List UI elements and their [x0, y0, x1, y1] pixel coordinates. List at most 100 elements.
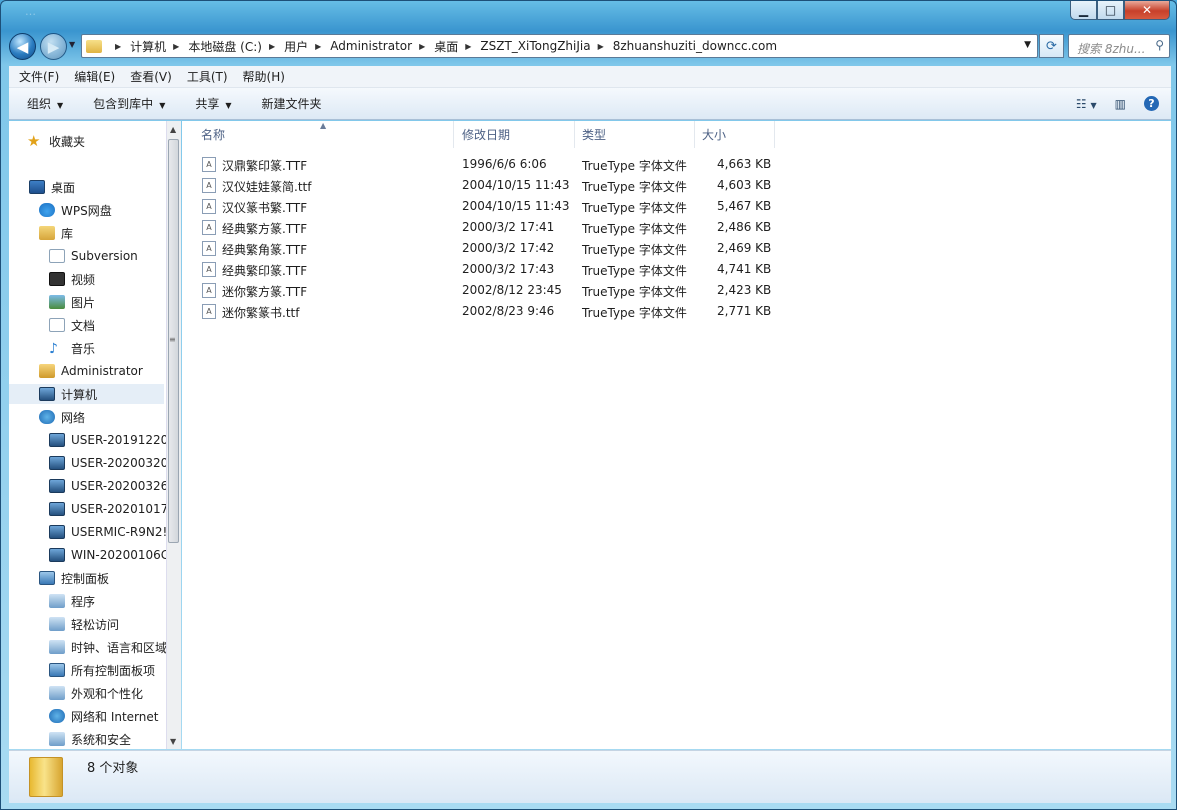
font-file-icon: A — [202, 178, 216, 193]
sidebar-item-label: 轻松访问 — [71, 617, 120, 632]
file-row[interactable]: A 汉仪篆书繁.TTF 2004/10/15 11:43 TrueType 字体文件 5… — [198, 196, 798, 217]
back-button[interactable]: ◀ — [9, 33, 36, 60]
breadcrumb-item[interactable]: 本地磁盘 (C:) — [188, 38, 262, 55]
sidebar-item-computer[interactable]: 计算机 — [9, 384, 164, 404]
file-row[interactable]: A 汉仪娃娃篆简.ttf 2004/10/15 11:43 TrueType 字体文件… — [198, 175, 798, 196]
view-options-button[interactable]: ☷ ▼ — [1076, 97, 1097, 111]
column-label: 修改日期 — [462, 128, 511, 142]
preview-pane-button[interactable]: ▥ — [1115, 97, 1126, 111]
address-bar[interactable]: ▶ 计算机 ▶ 本地磁盘 (C:) ▶ 用户 ▶ Administrator ▶ 桌面 ▶… — [81, 34, 1038, 58]
sidebar-item-pictures[interactable]: 图片 — [49, 292, 95, 312]
column-header-size[interactable]: 大小 — [695, 121, 775, 148]
column-header-type[interactable]: 类型 — [575, 121, 695, 148]
computer-icon — [49, 548, 65, 562]
file-row[interactable]: A 经典繁角篆.TTF 2000/3/2 17:42 TrueType 字体文件 2,4… — [198, 238, 798, 259]
file-type: TrueType 字体文件 — [582, 201, 687, 215]
menu-help[interactable]: 帮助(H) — [243, 68, 285, 85]
chevron-down-icon: ▼ — [57, 101, 64, 110]
maximize-button[interactable]: □ — [1097, 1, 1124, 20]
sidebar-item-network-pc[interactable]: USER-20201017I — [49, 499, 166, 519]
file-row[interactable]: A 经典繁印篆.TTF 2000/3/2 17:43 TrueType 字体文件 4,7… — [198, 259, 798, 280]
computer-icon — [49, 456, 65, 470]
sidebar-item-network-internet[interactable]: 网络和 Internet — [49, 706, 158, 726]
navigation-pane: ★ 收藏夹 桌面 WPS网盘 库 Subversion 视频 图片 文档 ♪ 音乐 … — [9, 121, 166, 749]
file-row[interactable]: A 迷你繁方篆.TTF 2002/8/12 23:45 TrueType 字体文件 2,… — [198, 280, 798, 301]
include-in-library-button[interactable]: 包含到库中 ▼ — [93, 95, 165, 112]
sidebar-item-administrator[interactable]: Administrator — [39, 361, 143, 381]
sidebar-item-network-pc[interactable]: USER-20191220I — [49, 430, 166, 450]
sidebar-item-network[interactable]: 网络 — [39, 407, 85, 427]
sidebar-item-label: Subversion — [71, 249, 138, 263]
file-name: 迷你繁方篆.TTF — [222, 285, 308, 299]
library-icon — [39, 226, 55, 240]
refresh-button[interactable]: ⟳ — [1039, 34, 1064, 58]
network-icon — [39, 410, 55, 424]
organize-button[interactable]: 组织 ▼ — [27, 95, 63, 112]
sidebar-item-accessibility[interactable]: 轻松访问 — [49, 614, 119, 634]
menu-tools[interactable]: 工具(T) — [187, 68, 228, 85]
scroll-up-icon[interactable]: ▲ — [170, 125, 176, 134]
sidebar-item-programs[interactable]: 程序 — [49, 591, 95, 611]
breadcrumb-item[interactable]: Administrator — [330, 39, 412, 53]
document-icon — [49, 249, 65, 263]
menu-edit[interactable]: 编辑(E) — [74, 68, 115, 85]
breadcrumb-item[interactable]: ZSZT_XiTongZhiJia — [480, 39, 590, 53]
chevron-right-icon[interactable]: ▶ — [269, 42, 275, 51]
scroll-down-icon[interactable]: ▼ — [170, 737, 176, 746]
sidebar-item-network-pc[interactable]: USERMIC-R9N2! — [49, 522, 166, 542]
sidebar-item-appearance[interactable]: 外观和个性化 — [49, 683, 143, 703]
new-folder-button[interactable]: 新建文件夹 — [262, 95, 322, 112]
sidebar-item-label: 库 — [61, 226, 74, 241]
forward-button[interactable]: ▶ — [40, 33, 67, 60]
font-file-icon: A — [202, 304, 216, 319]
close-button[interactable]: ✕ — [1124, 1, 1170, 20]
file-row[interactable]: A 汉鼎繁印篆.TTF 1996/6/6 6:06 TrueType 字体文件 4,66… — [198, 154, 798, 175]
computer-icon — [49, 479, 65, 493]
help-button[interactable]: ? — [1144, 96, 1159, 111]
minimize-button[interactable]: ▁ — [1070, 1, 1097, 20]
sidebar-item-all-control-panel[interactable]: 所有控制面板项 — [49, 660, 155, 680]
search-icon[interactable]: ⚲ — [1155, 38, 1164, 52]
file-row[interactable]: A 经典繁方篆.TTF 2000/3/2 17:41 TrueType 字体文件 2,4… — [198, 217, 798, 238]
music-icon: ♪ — [49, 341, 58, 357]
sidebar-item-label: 视频 — [71, 272, 96, 287]
file-row[interactable]: A 迷你繁篆书.ttf 2002/8/23 9:46 TrueType 字体文件 2,7… — [198, 301, 798, 322]
sidebar-item-control-panel[interactable]: 控制面板 — [39, 568, 109, 588]
file-type: TrueType 字体文件 — [582, 285, 687, 299]
sidebar-item-wps-drive[interactable]: WPS网盘 — [39, 200, 112, 220]
menu-view[interactable]: 查看(V) — [130, 68, 172, 85]
sidebar-item-subversion[interactable]: Subversion — [49, 246, 138, 266]
chevron-right-icon[interactable]: ▶ — [173, 42, 179, 51]
breadcrumb-item[interactable]: 8zhuanshuziti_downcc.com — [613, 39, 777, 53]
sidebar-item-label: 网络 — [61, 410, 86, 425]
sidebar-item-system-security[interactable]: 系统和安全 — [49, 729, 131, 749]
sidebar-item-network-pc[interactable]: USER-20200326' — [49, 476, 166, 496]
recent-pages-dropdown[interactable]: ▼ — [69, 40, 75, 49]
chevron-right-icon[interactable]: ▶ — [465, 42, 471, 51]
chevron-right-icon[interactable]: ▶ — [598, 42, 604, 51]
sidebar-item-desktop[interactable]: 桌面 — [29, 177, 75, 197]
share-button[interactable]: 共享 ▼ — [195, 95, 231, 112]
chevron-right-icon[interactable]: ▶ — [315, 42, 321, 51]
sidebar-item-videos[interactable]: 视频 — [49, 269, 95, 289]
sidebar-item-documents[interactable]: 文档 — [49, 315, 95, 335]
breadcrumb-item[interactable]: 桌面 — [434, 38, 458, 55]
details-pane: 8 个对象 — [9, 750, 1171, 803]
breadcrumb-item[interactable]: 计算机 — [130, 38, 166, 55]
chevron-right-icon[interactable]: ▶ — [115, 42, 121, 51]
menu-file[interactable]: 文件(F) — [19, 68, 59, 85]
sidebar-item-network-pc[interactable]: USER-20200320 — [49, 453, 166, 473]
sidebar-item-libraries[interactable]: 库 — [39, 223, 73, 243]
sidebar-item-clock-language[interactable]: 时钟、语言和区域 — [49, 637, 166, 657]
sidebar-item-music[interactable]: ♪ 音乐 — [49, 338, 95, 358]
font-file-icon: A — [202, 157, 216, 172]
chevron-right-icon[interactable]: ▶ — [419, 42, 425, 51]
column-header-date[interactable]: 修改日期 — [455, 121, 575, 148]
share-label: 共享 — [195, 97, 220, 111]
sidebar-item-network-pc[interactable]: WIN-20200106G — [49, 545, 166, 565]
search-input[interactable]: 搜索 8zhu... ⚲ — [1068, 34, 1170, 58]
breadcrumb-item[interactable]: 用户 — [284, 38, 308, 55]
sidebar-item-favorites[interactable]: ★ 收藏夹 — [27, 131, 85, 151]
control-panel-icon — [39, 571, 55, 585]
chevron-down-icon[interactable]: ▼ — [1024, 40, 1031, 50]
